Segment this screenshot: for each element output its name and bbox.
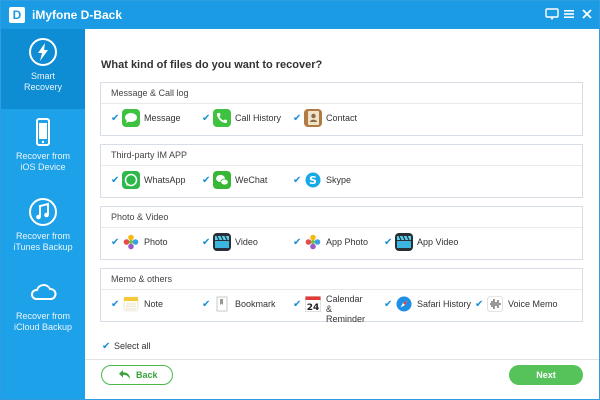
close-icon[interactable] xyxy=(579,6,595,22)
video-clapper-icon xyxy=(395,233,413,251)
option-label: Photo xyxy=(144,237,168,247)
option-label: WhatsApp xyxy=(144,175,186,185)
bookmark-icon xyxy=(213,295,231,313)
back-button[interactable]: Back xyxy=(101,365,173,385)
option-label: Video xyxy=(235,237,258,247)
whatsapp-icon xyxy=(122,171,140,189)
group-message-call-log: Message & Call log ✔ Message ✔ Call Hist… xyxy=(100,82,583,136)
checkbox[interactable]: ✔ xyxy=(111,238,120,248)
option-label: Call History xyxy=(235,113,282,123)
main-panel: What kind of files do you want to recove… xyxy=(85,29,599,399)
divider xyxy=(101,165,582,166)
music-note-icon xyxy=(28,197,58,227)
option-label: Contact xyxy=(326,113,358,123)
checkbox[interactable]: ✔ xyxy=(293,238,302,248)
phone-call-icon xyxy=(213,109,231,127)
option-label: Note xyxy=(144,299,164,309)
checkbox[interactable]: ✔ xyxy=(202,238,211,248)
page-title: What kind of files do you want to recove… xyxy=(101,59,323,71)
calendar-icon: 24 xyxy=(304,295,322,313)
group-photo-video: Photo & Video ✔ Photo ✔ Video ✔ App Phot… xyxy=(100,206,583,260)
note-icon xyxy=(122,295,140,313)
checkbox[interactable]: ✔ xyxy=(475,300,484,310)
wechat-icon xyxy=(213,171,231,189)
checkbox[interactable]: ✔ xyxy=(102,342,111,352)
app-window: D iMyfone D-Back Smart Recovery Recover … xyxy=(0,0,600,400)
checkbox[interactable]: ✔ xyxy=(202,300,211,310)
sidebar-item-icloud-backup[interactable]: Recover from iCloud Backup xyxy=(1,269,85,349)
next-button[interactable]: Next xyxy=(509,365,583,385)
group-title: Third-party IM APP xyxy=(111,150,188,160)
divider xyxy=(101,289,582,290)
checkbox[interactable]: ✔ xyxy=(293,176,302,186)
group-title: Memo & others xyxy=(111,274,173,284)
divider xyxy=(85,359,599,360)
menu-icon[interactable] xyxy=(561,6,577,22)
calendar-day: 24 xyxy=(307,303,320,313)
checkbox[interactable]: ✔ xyxy=(111,176,120,186)
lightning-icon xyxy=(28,37,58,67)
divider xyxy=(101,227,582,228)
sidebar-item-ios-device[interactable]: Recover from iOS Device xyxy=(1,109,85,189)
back-label: Back xyxy=(136,370,158,380)
photos-flower-icon xyxy=(122,233,140,251)
safari-compass-icon xyxy=(395,295,413,313)
phone-icon xyxy=(28,117,58,147)
group-title: Photo & Video xyxy=(111,212,169,222)
checkbox[interactable]: ✔ xyxy=(111,114,120,124)
option-label: App Video xyxy=(417,237,459,247)
back-arrow-icon xyxy=(118,368,132,382)
message-icon xyxy=(122,109,140,127)
app-logo-icon: D xyxy=(9,7,25,23)
checkbox[interactable]: ✔ xyxy=(293,300,302,310)
cloud-icon xyxy=(28,277,58,307)
option-label: Skype xyxy=(326,175,352,185)
sidebar-item-label: Recover from iTunes Backup xyxy=(13,231,73,252)
app-title: iMyfone D-Back xyxy=(32,8,123,22)
contact-icon xyxy=(304,109,322,127)
checkbox[interactable]: ✔ xyxy=(202,176,211,186)
checkbox[interactable]: ✔ xyxy=(202,114,211,124)
checkbox[interactable]: ✔ xyxy=(111,300,120,310)
feedback-icon[interactable] xyxy=(544,6,560,22)
sidebar-item-label: Smart Recovery xyxy=(23,71,62,92)
checkbox[interactable]: ✔ xyxy=(384,300,393,310)
sidebar-item-label: Recover from iOS Device xyxy=(15,151,70,172)
option-label: Voice Memo xyxy=(508,299,558,309)
svg-text:S: S xyxy=(309,174,317,187)
photos-flower-icon xyxy=(304,233,322,251)
checkbox[interactable]: ✔ xyxy=(384,238,393,248)
option-label: Bookmark xyxy=(235,299,276,309)
option-label: Safari History xyxy=(417,299,472,309)
option-label: WeChat xyxy=(235,175,268,185)
title-bar: D iMyfone D-Back xyxy=(1,1,599,29)
select-all-label: Select all xyxy=(114,341,151,351)
sidebar-item-itunes-backup[interactable]: Recover from iTunes Backup xyxy=(1,189,85,269)
option-label: App Photo xyxy=(326,237,369,247)
group-third-party-im: Third-party IM APP ✔ WhatsApp ✔ WeChat ✔ xyxy=(100,144,583,198)
checkbox[interactable]: ✔ xyxy=(293,114,302,124)
sidebar-item-label: Recover from iCloud Backup xyxy=(13,311,73,332)
skype-icon: S xyxy=(304,171,322,189)
sidebar-item-smart-recovery[interactable]: Smart Recovery xyxy=(1,29,85,109)
divider xyxy=(101,103,582,104)
option-label: Calendar & Reminder xyxy=(326,294,366,324)
waveform-icon xyxy=(486,295,504,313)
group-memo-others: Memo & others ✔ Note ✔ Bookmark ✔ 24 Cal… xyxy=(100,268,583,324)
video-clapper-icon xyxy=(213,233,231,251)
group-title: Message & Call log xyxy=(111,88,189,98)
option-label: Message xyxy=(144,113,181,123)
sidebar: Smart Recovery Recover from iOS Device R… xyxy=(1,29,85,399)
